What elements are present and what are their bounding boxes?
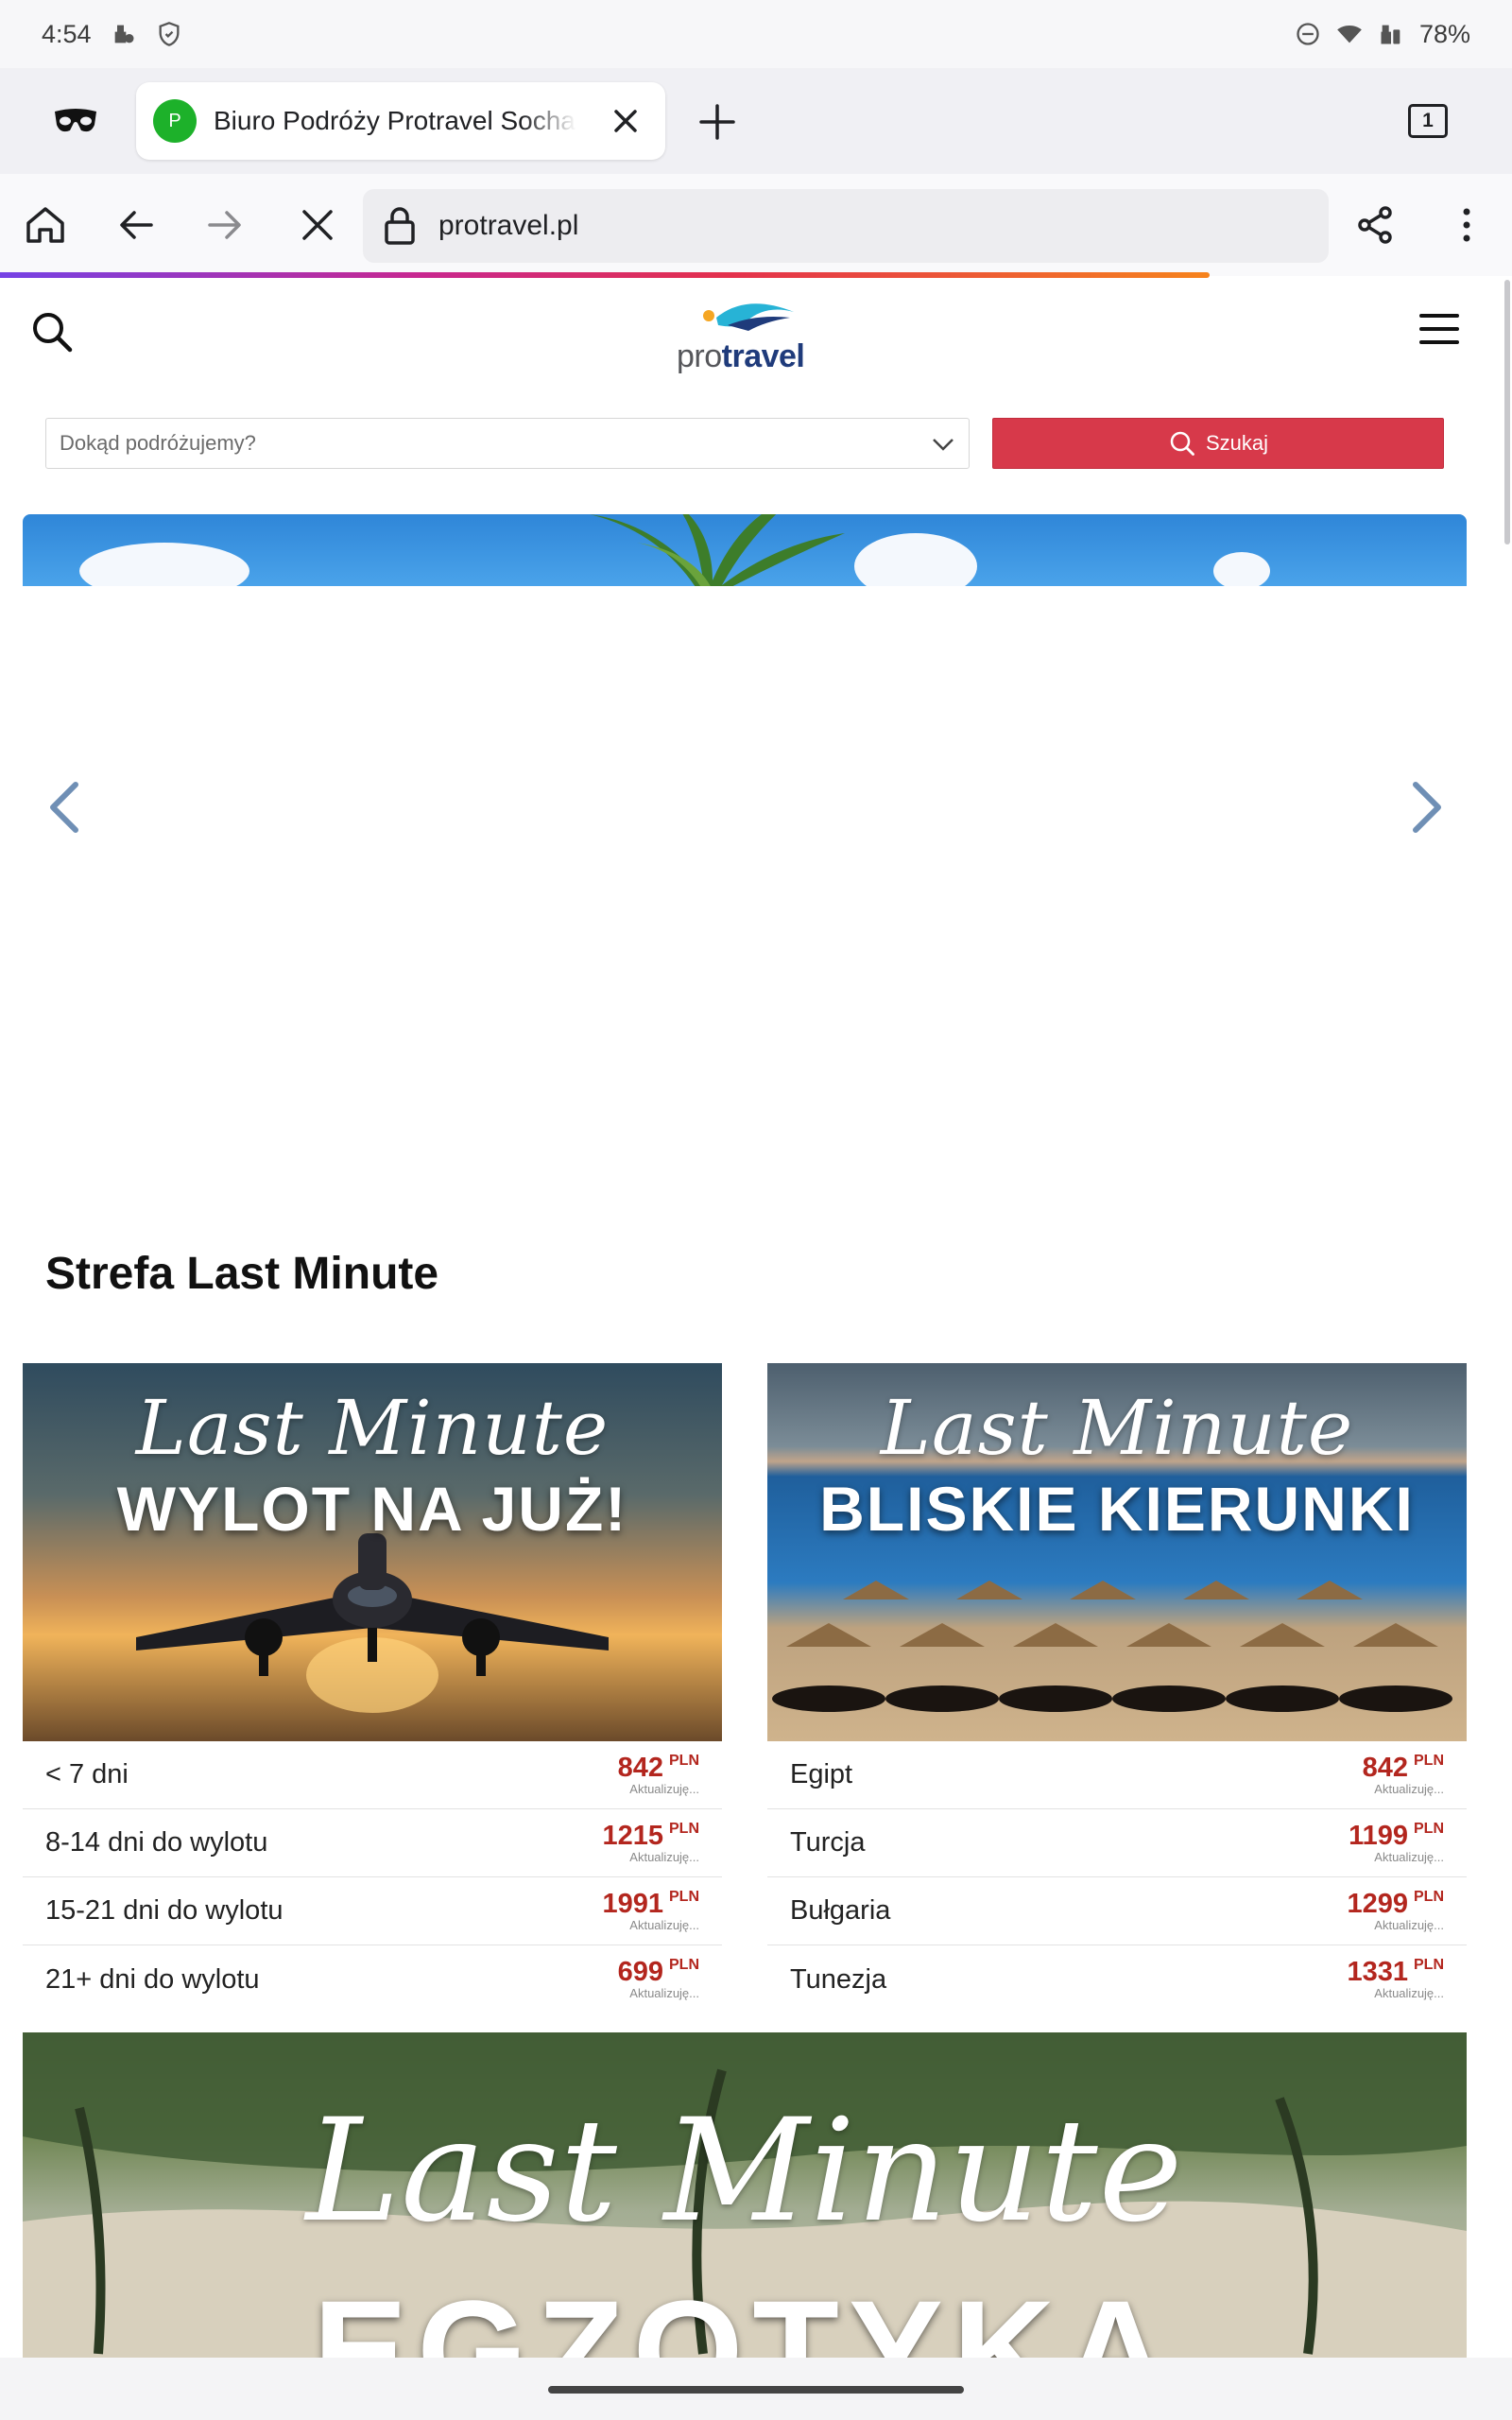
logo-text-light: pro xyxy=(677,338,722,374)
price-row[interactable]: < 7 dni 842 PLN Aktualizuję... xyxy=(23,1741,722,1809)
price-row[interactable]: Tunezja 1331 PLN Aktualizuję... xyxy=(767,1945,1467,2014)
card-headline: WYLOT NA JUŻ! xyxy=(116,1474,628,1544)
last-minute-card: Last Minute BLISKIE KIERUNKI Egipt 842 PLN… xyxy=(767,1363,1467,2014)
egzotyka-banner[interactable]: Last Minute EGZOTYKA xyxy=(23,2032,1467,2358)
back-arrow-icon[interactable] xyxy=(113,202,159,248)
last-minute-card: Last Minute WYLOT NA JUŻ! < 7 dni 842 PLN A… xyxy=(23,1363,722,2014)
destination-placeholder: Dokąd podróżujemy? xyxy=(60,431,256,455)
active-tab[interactable]: P Biuro Podróży Protravel Sochaczew xyxy=(136,82,665,160)
page-scrollbar[interactable] xyxy=(1504,280,1510,544)
card-script-title: Last Minute xyxy=(880,1384,1354,1472)
web-content: protravel Dokąd podróżujemy? Szukaj Stre… xyxy=(0,278,1512,2358)
site-favicon: P xyxy=(153,99,197,143)
battery-level: 78% xyxy=(1418,19,1470,48)
price-list: Egipt 842 PLN Aktualizuję... Turcja 1199 PLN A… xyxy=(767,1741,1467,2014)
browser-toolbar: protravel.pl xyxy=(0,174,1512,276)
destination-select[interactable]: Dokąd podróżujemy? xyxy=(45,418,970,469)
close-tab-icon[interactable] xyxy=(607,102,644,140)
battery-saver-icon xyxy=(1381,25,1400,44)
home-icon[interactable] xyxy=(23,202,68,248)
chevron-down-icon xyxy=(933,439,954,451)
search-button[interactable]: Szukaj xyxy=(992,418,1444,469)
price-list: < 7 dni 842 PLN Aktualizuję... 8-14 dni do … xyxy=(23,1741,722,2014)
card-script-title: Last Minute xyxy=(135,1384,610,1472)
url-text[interactable]: protravel.pl xyxy=(438,210,578,242)
price-row[interactable]: Turcja 1199 PLN Aktualizuję... xyxy=(767,1809,1467,1877)
app-lock-icon xyxy=(114,25,134,43)
price-row[interactable]: Bułgaria 1299 PLN Aktualizuję... xyxy=(767,1877,1467,1945)
status-time: 4:54 xyxy=(42,19,92,48)
banner-headline: EGZOTYKA xyxy=(313,2271,1177,2358)
price-row[interactable]: 8-14 dni do wylotu 1215 PLN Aktualizuję... xyxy=(23,1809,722,1877)
new-tab-icon[interactable] xyxy=(696,100,739,144)
logo-text-bold: travel xyxy=(721,338,805,374)
shield-icon xyxy=(159,22,180,46)
gesture-handle[interactable] xyxy=(548,2386,964,2394)
price-row[interactable]: 15-21 dni do wylotu 1991 PLN Aktualizuję... xyxy=(23,1877,722,1945)
slider-prev-icon[interactable] xyxy=(45,779,83,836)
protravel-logo[interactable]: protravel xyxy=(677,297,809,374)
palm-leaves-image xyxy=(590,514,845,586)
search-button-label: Szukaj xyxy=(1205,431,1269,455)
private-mode-icon[interactable] xyxy=(53,102,98,140)
logo-wave-icon xyxy=(703,303,794,331)
price-row[interactable]: Egipt 842 PLN Aktualizuję... xyxy=(767,1741,1467,1809)
card-image-beach[interactable]: Last Minute BLISKIE KIERUNKI xyxy=(767,1363,1467,1741)
tab-counter-button[interactable]: 1 xyxy=(1408,104,1448,138)
forward-arrow-icon[interactable] xyxy=(202,202,248,248)
search-icon[interactable] xyxy=(28,308,76,355)
banner-script-title: Last Minute xyxy=(305,2089,1184,2254)
stop-loading-icon[interactable] xyxy=(295,202,340,248)
card-image-plane[interactable]: Last Minute WYLOT NA JUŻ! xyxy=(23,1363,722,1741)
magnifier-icon xyxy=(1170,431,1194,456)
price-row[interactable]: 21+ dni do wylotu 699 PLN Aktualizuję... xyxy=(23,1945,722,2014)
card-headline: BLISKIE KIERUNKI xyxy=(819,1474,1415,1544)
section-title: Strefa Last Minute xyxy=(45,1249,439,1299)
lock-icon[interactable] xyxy=(382,205,418,247)
do-not-disturb-icon xyxy=(1297,23,1319,45)
tab-title: Biuro Podróży Protravel Sochaczew xyxy=(214,106,576,135)
address-bar[interactable]: protravel.pl xyxy=(363,189,1329,263)
hero-slider-image[interactable] xyxy=(23,514,1467,586)
more-menu-icon[interactable] xyxy=(1444,202,1489,248)
hamburger-menu-icon[interactable] xyxy=(1419,312,1459,346)
wifi-icon xyxy=(1337,25,1362,43)
system-navigation-bar xyxy=(0,2358,1512,2420)
status-bar: 4:54 78% xyxy=(0,0,1512,68)
slider-next-icon[interactable] xyxy=(1408,779,1446,836)
share-icon[interactable] xyxy=(1353,202,1399,248)
tab-strip: P Biuro Podróży Protravel Sochaczew 1 xyxy=(0,68,1512,174)
